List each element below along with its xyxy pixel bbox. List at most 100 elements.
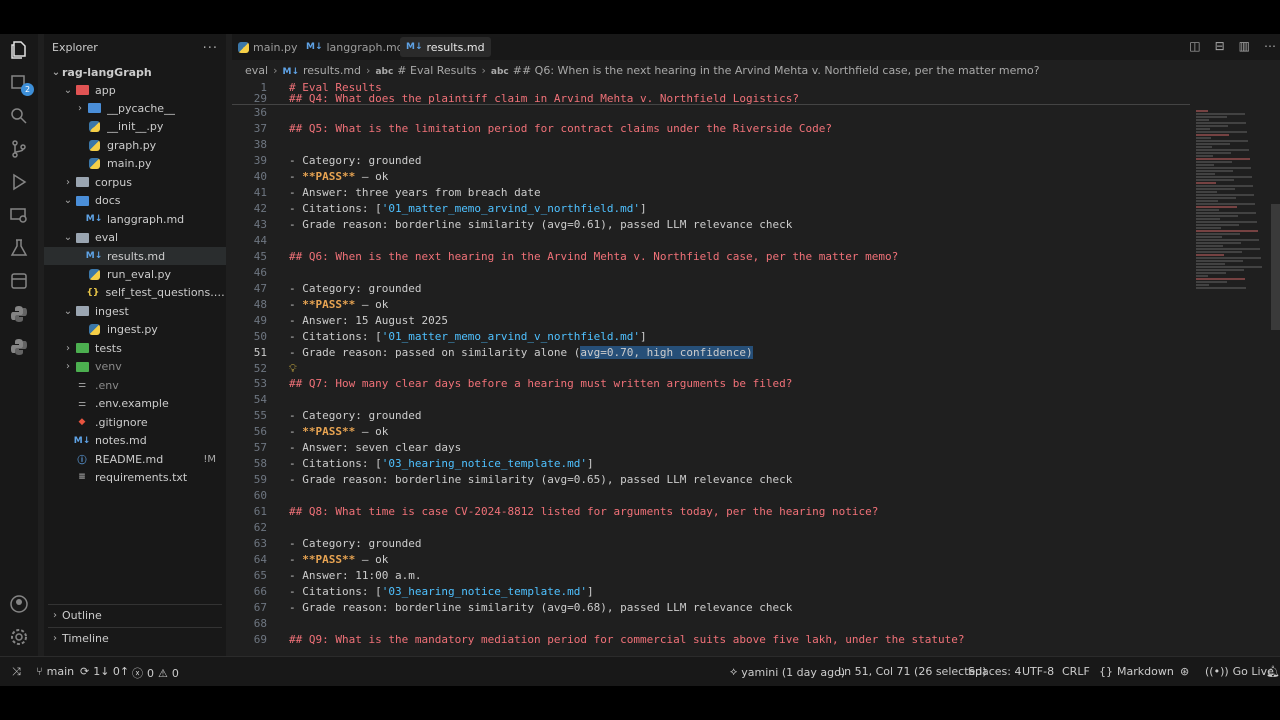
code-line[interactable]: 56 - **PASS** — ok [232, 425, 1190, 441]
code-line[interactable]: 55 - Category: grounded [232, 409, 1190, 425]
code-line[interactable]: 36 [232, 106, 1190, 122]
encoding[interactable]: UTF-8 [1022, 665, 1054, 678]
cursor-position[interactable]: Ln 51, Col 71 (26 selected) [838, 665, 987, 678]
code-line[interactable]: 66 - Citations: ['03_hearing_notice_templ… [232, 585, 1190, 601]
source-control-icon[interactable] [7, 137, 31, 161]
code-line[interactable]: 48 - **PASS** — ok [232, 298, 1190, 314]
code-line[interactable]: 62 [232, 521, 1190, 537]
code-line[interactable]: 65 - Answer: 11:00 a.m. [232, 569, 1190, 585]
workspace-root[interactable]: ⌄ rag-langGraph [44, 63, 226, 81]
tree-file[interactable]: M↓ langgraph.md [44, 210, 226, 228]
code-line[interactable]: 44 [232, 234, 1190, 250]
code-line[interactable]: 46 [232, 266, 1190, 282]
gear-icon[interactable] [7, 625, 31, 649]
code-line[interactable]: 59 - Grade reason: borderline similarity … [232, 473, 1190, 489]
problems-indicator[interactable]: ⓧ 0 ⚠ 0 [132, 665, 179, 681]
scrollbar-thumb[interactable] [1271, 204, 1280, 330]
more-actions-icon[interactable]: ... [203, 37, 218, 52]
tree-file[interactable]: ⓘ README.md !M [44, 450, 226, 468]
go-live-button[interactable]: ((•)) Go Live [1205, 665, 1274, 678]
code-line[interactable]: 58 - Citations: ['03_hearing_notice_templ… [232, 457, 1190, 473]
minimap[interactable] [1190, 80, 1270, 656]
lightbulb-icon[interactable]: 💡︎ [289, 362, 297, 376]
more-actions-icon[interactable]: ⋯ [1264, 39, 1276, 53]
code-line[interactable]: 53 ## Q7: How many clear days before a he… [232, 377, 1190, 393]
compare-icon[interactable]: ⊟ [1215, 39, 1225, 53]
split-editor-icon[interactable]: ▥ [1239, 39, 1250, 53]
code-line[interactable]: 38 [232, 138, 1190, 154]
code-line[interactable]: 45 ## Q6: When is the next hearing in the… [232, 250, 1190, 266]
code-line[interactable]: 67 - Grade reason: borderline similarity … [232, 601, 1190, 617]
tab-results-md[interactable]: M↓ results.md [400, 37, 491, 57]
testing-flask-icon[interactable] [7, 236, 31, 260]
remote-explorer-icon[interactable] [7, 203, 31, 227]
code-line[interactable]: 37 ## Q5: What is the limitation period f… [232, 122, 1190, 138]
code-line[interactable]: 42 - Citations: ['01_matter_memo_arvind_v… [232, 202, 1190, 218]
sync-indicator[interactable]: ⟳ 1↓ 0↑ [80, 665, 129, 678]
code-line[interactable]: 68 [232, 617, 1190, 633]
code-line[interactable]: 50 - Citations: ['01_matter_memo_arvind_v… [232, 330, 1190, 346]
code-line[interactable]: 60 [232, 489, 1190, 505]
code-line[interactable]: 39 - Category: grounded [232, 154, 1190, 170]
code-line[interactable]: 49 - Answer: 15 August 2025 [232, 314, 1190, 330]
search-icon[interactable] [7, 104, 31, 128]
code-line[interactable]: 54 [232, 393, 1190, 409]
tree-folder[interactable]: ⌄ app [44, 81, 226, 99]
breadcrumb-item[interactable]: eval [245, 64, 268, 77]
tree-file[interactable]: ◆ .gitignore [44, 413, 226, 431]
tree-file[interactable]: ⚌ .env.example [44, 395, 226, 413]
remote-indicator-icon[interactable]: ⤨ [12, 665, 21, 679]
tree-file[interactable]: graph.py [44, 136, 226, 154]
tree-folder[interactable]: › venv [44, 358, 226, 376]
breadcrumb-item[interactable]: M↓ results.md [282, 64, 361, 77]
tab-main-py[interactable]: main.py [232, 37, 303, 57]
bell-icon[interactable]: 🔔︎ [1266, 665, 1280, 678]
branch-indicator[interactable]: ⑂ main [36, 665, 74, 678]
tree-folder[interactable]: › corpus [44, 173, 226, 191]
code-line[interactable]: 69 ## Q9: What is the mandatory mediation… [232, 633, 1190, 649]
code-line[interactable]: 64 - **PASS** — ok [232, 553, 1190, 569]
code-line[interactable]: 47 - Category: grounded [232, 282, 1190, 298]
language-mode[interactable]: {} Markdown [1099, 665, 1174, 678]
tree-folder[interactable]: ⌄ ingest [44, 302, 226, 320]
end-of-line[interactable]: CRLF [1062, 665, 1090, 678]
tree-file[interactable]: run_eval.py [44, 266, 226, 284]
tree-file[interactable]: M↓ notes.md [44, 432, 226, 450]
tree-file[interactable]: ≡ requirements.txt [44, 468, 226, 486]
copilot-icon[interactable]: ⊛ [1180, 665, 1189, 678]
database-icon[interactable] [7, 269, 31, 293]
git-blame[interactable]: ⟡ yamini (1 day ago) [730, 665, 845, 679]
code-line[interactable]: 61 ## Q8: What time is case CV-2024-8812 … [232, 505, 1190, 521]
timeline-section[interactable]: › Timeline [48, 627, 222, 649]
outline-section[interactable]: › Outline [48, 604, 222, 626]
python-env-icon[interactable] [7, 335, 31, 359]
tab-langgraph-md[interactable]: M↓ langgraph.md [300, 37, 410, 57]
breadcrumb-item[interactable]: abc ## Q6: When is the next hearing in th… [491, 64, 1040, 77]
code-line[interactable]: 41 - Answer: three years from breach date [232, 186, 1190, 202]
code-line[interactable]: 57 - Answer: seven clear days [232, 441, 1190, 457]
tree-folder[interactable]: › __pycache__ [44, 99, 226, 117]
code-line[interactable]: 43 - Grade reason: borderline similarity … [232, 218, 1190, 234]
code-line[interactable]: 63 - Category: grounded [232, 537, 1190, 553]
tree-folder[interactable]: ⌄ docs [44, 192, 226, 210]
tree-file[interactable]: main.py [44, 155, 226, 173]
python-icon[interactable] [7, 302, 31, 326]
explorer-icon[interactable] [7, 38, 31, 62]
code-line[interactable]: 52 💡︎ [232, 362, 1190, 378]
sticky-scroll-header[interactable]: 1 # Eval Results 29 ## Q4: What does the… [232, 80, 1190, 105]
tree-file[interactable]: M↓ results.md [44, 247, 226, 266]
run-debug-icon[interactable] [7, 170, 31, 194]
code-editor[interactable]: 1 # Eval Results 29 ## Q4: What does the… [232, 80, 1190, 656]
code-line[interactable]: 40 - **PASS** — ok [232, 170, 1190, 186]
indentation[interactable]: Spaces: 4 [968, 665, 1021, 678]
tree-file[interactable]: ingest.py [44, 321, 226, 339]
code-line[interactable]: 51 - Grade reason: passed on similarity a… [232, 345, 1190, 362]
tree-file[interactable]: ⚌ .env [44, 376, 226, 394]
tree-folder[interactable]: › tests [44, 339, 226, 357]
extensions-remote-icon[interactable]: 2 [7, 71, 34, 96]
tree-folder[interactable]: ⌄ eval [44, 229, 226, 247]
open-preview-icon[interactable]: ◫ [1189, 39, 1200, 53]
tree-file[interactable]: {} self_test_questions.js... [44, 284, 226, 302]
breadcrumb-item[interactable]: abc # Eval Results [375, 64, 476, 77]
tree-file[interactable]: __init__.py [44, 118, 226, 136]
